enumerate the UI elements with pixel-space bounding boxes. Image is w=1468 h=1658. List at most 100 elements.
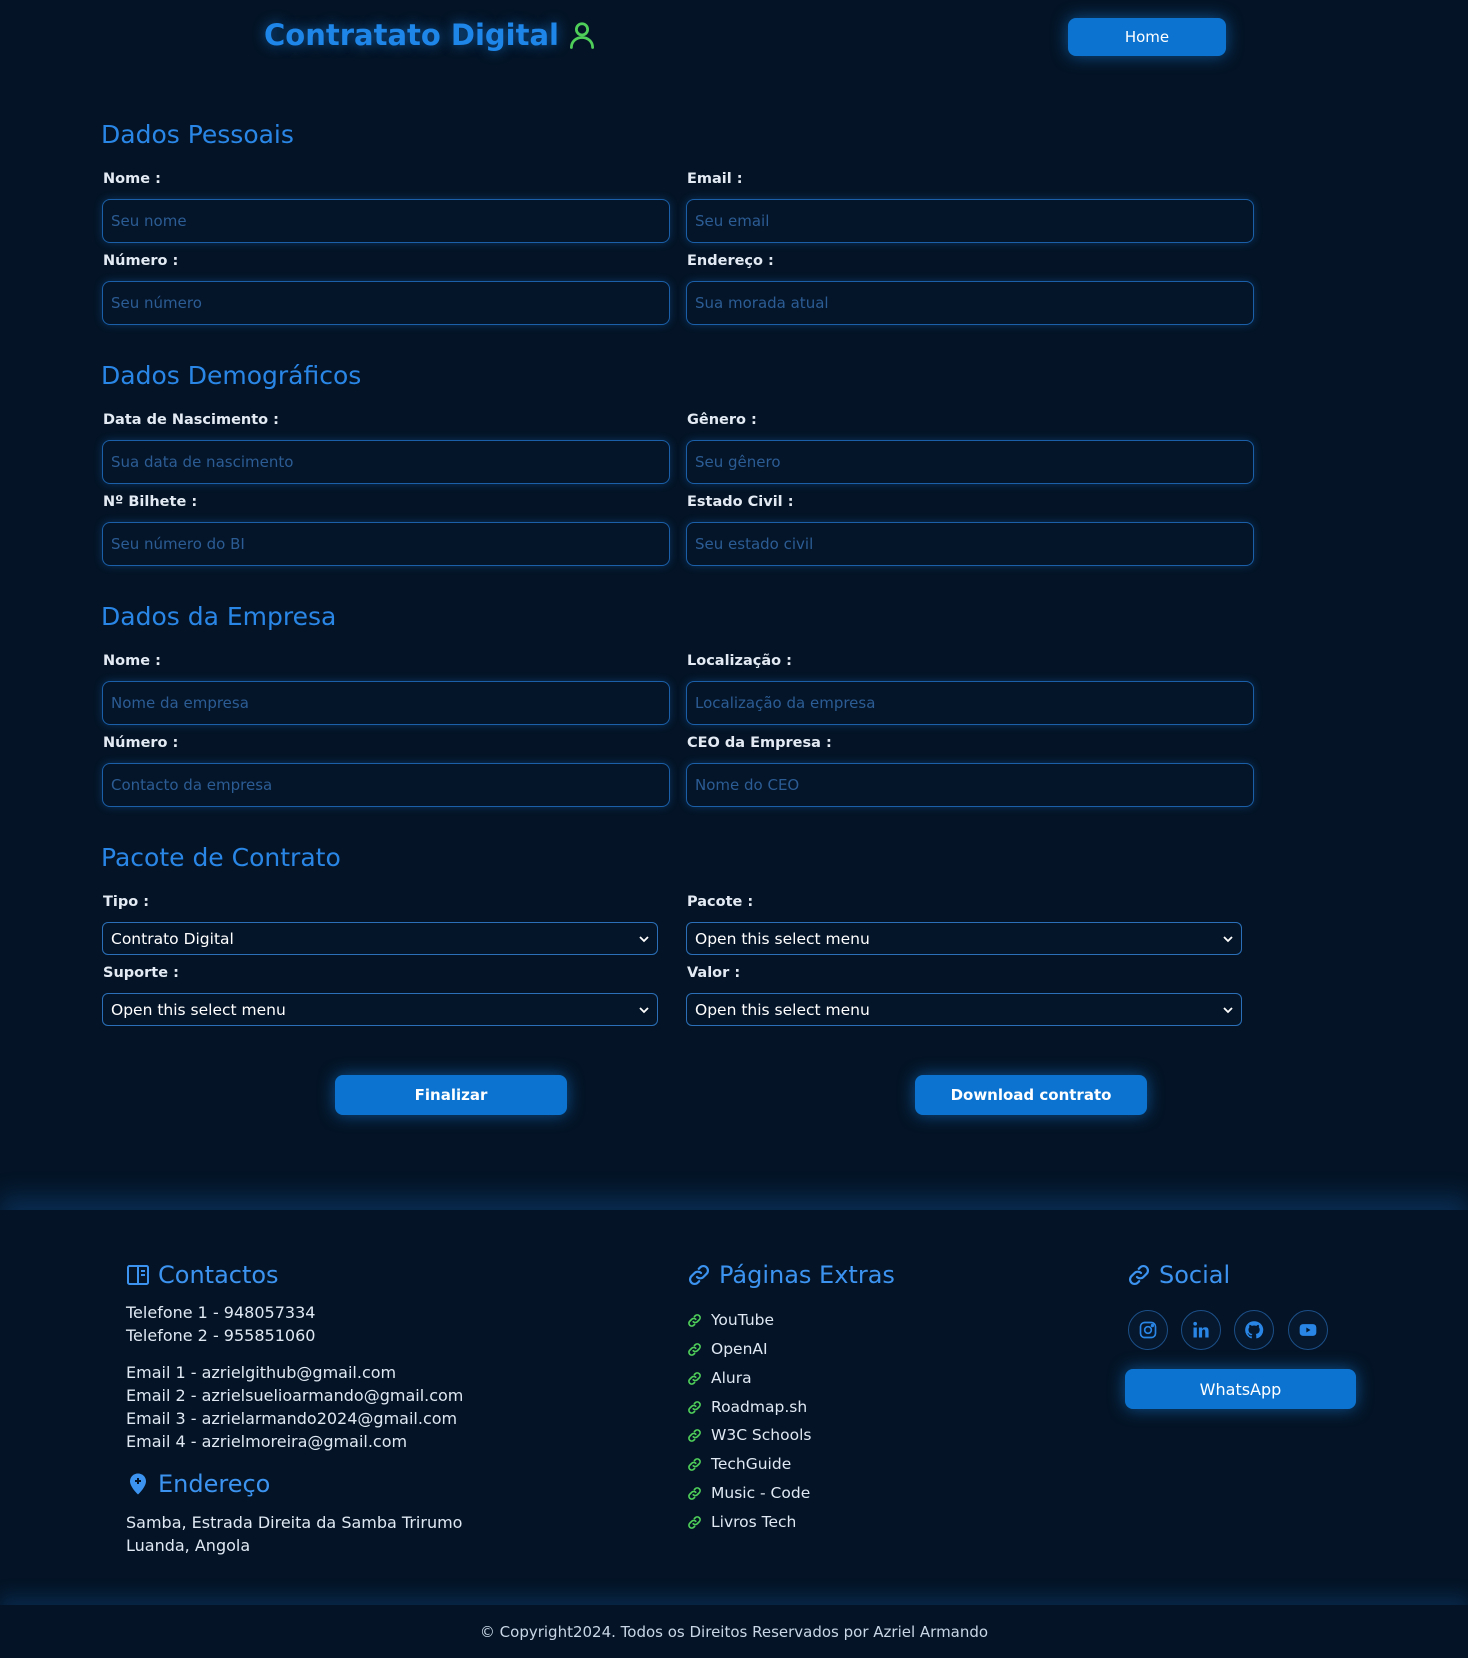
link-openai[interactable]: OpenAI <box>687 1340 768 1358</box>
book-icon <box>127 1265 149 1285</box>
link-alura[interactable]: Alura <box>687 1369 752 1387</box>
link-label: Music - Code <box>711 1484 811 1502</box>
extras-title: Páginas Extras <box>719 1261 895 1289</box>
link-techguide[interactable]: TechGuide <box>687 1455 791 1473</box>
link-icon <box>688 1342 701 1356</box>
label-nascimento: Data de Nascimento : <box>103 412 279 428</box>
instagram-button[interactable] <box>1128 1310 1168 1350</box>
linkedin-icon <box>1193 1321 1209 1338</box>
link-roadmap[interactable]: Roadmap.sh <box>687 1398 807 1416</box>
section-title-personal: Dados Pessoais <box>101 120 294 149</box>
finalizar-button[interactable]: Finalizar <box>335 1075 567 1115</box>
label-numero: Número : <box>103 253 179 269</box>
email-3: Email 3 - azrielarmando2024@gmail.com <box>126 1409 458 1428</box>
brand-title: Contratato Digital <box>264 18 559 52</box>
location-pin-icon <box>130 1473 146 1495</box>
telefone-1: Telefone 1 - 948057334 <box>126 1303 316 1322</box>
label-endereco: Endereço : <box>687 253 774 269</box>
pacote-select-value: Open this select menu <box>695 929 870 948</box>
whatsapp-button[interactable]: WhatsApp <box>1125 1369 1356 1409</box>
localizacao-input[interactable] <box>686 681 1254 725</box>
estado-civil-input[interactable] <box>686 522 1254 566</box>
label-suporte: Suporte : <box>103 965 179 981</box>
header: Contratato Digital Home <box>0 0 1468 80</box>
github-button[interactable] <box>1234 1310 1274 1350</box>
user-icon <box>569 22 594 49</box>
ceo-input[interactable] <box>686 763 1254 807</box>
valor-select[interactable]: Open this select menu <box>686 993 1242 1026</box>
label-pacote: Pacote : <box>687 894 754 910</box>
endereco-line-1: Samba, Estrada Direita da Samba Trirumo <box>126 1513 463 1532</box>
contactos-title: Contactos <box>158 1261 279 1289</box>
empresa-nome-input[interactable] <box>102 681 670 725</box>
nome-input[interactable] <box>102 199 670 243</box>
email-1: Email 1 - azrielgithub@gmail.com <box>126 1363 397 1382</box>
email-2: Email 2 - azrielsuelioarmando@gmail.com <box>126 1386 464 1405</box>
label-email: Email : <box>687 171 743 187</box>
link-icon <box>688 1515 701 1529</box>
download-contrato-button[interactable]: Download contrato <box>915 1075 1147 1115</box>
label-genero: Gênero : <box>687 412 757 428</box>
instagram-icon <box>1139 1321 1157 1339</box>
tipo-select-value: Contrato Digital <box>111 929 234 948</box>
link-label: Roadmap.sh <box>711 1398 808 1416</box>
suporte-select[interactable]: Open this select menu <box>102 993 658 1026</box>
link-music-code[interactable]: Music - Code <box>687 1484 810 1502</box>
link-w3c-schools[interactable]: W3C Schools <box>687 1426 811 1444</box>
label-nome: Nome : <box>103 171 161 187</box>
section-title-company: Dados da Empresa <box>101 602 337 631</box>
youtube-icon <box>1299 1324 1317 1336</box>
section-title-package: Pacote de Contrato <box>101 843 341 872</box>
endereco-title: Endereço <box>158 1470 271 1498</box>
copyright-bar: © Copyright2024. Todos os Direitos Reser… <box>0 1605 1468 1658</box>
genero-input[interactable] <box>686 440 1254 484</box>
label-tipo: Tipo : <box>103 894 150 910</box>
link-youtube[interactable]: YouTube <box>687 1311 774 1329</box>
email-input[interactable] <box>686 199 1254 243</box>
link-icon <box>688 1313 701 1327</box>
label-valor: Valor : <box>687 965 741 981</box>
pacote-select[interactable]: Open this select menu <box>686 922 1242 955</box>
link-label: TechGuide <box>711 1455 792 1473</box>
chevron-down-icon <box>1223 1006 1233 1013</box>
link-icon <box>688 1428 701 1442</box>
endereco-heading: Endereço <box>126 1470 270 1498</box>
link-label: W3C Schools <box>711 1426 812 1444</box>
suporte-select-value: Open this select menu <box>111 1000 286 1019</box>
endereco-line-2: Luanda, Angola <box>126 1536 251 1555</box>
label-empresa-nome: Nome : <box>103 653 161 669</box>
social-title: Social <box>1159 1261 1231 1289</box>
link-icon <box>688 1457 701 1471</box>
youtube-button[interactable] <box>1288 1310 1328 1350</box>
numero-input[interactable] <box>102 281 670 325</box>
chevron-down-icon <box>1223 935 1233 942</box>
link-icon <box>688 1400 701 1414</box>
empresa-numero-input[interactable] <box>102 763 670 807</box>
link-label: YouTube <box>711 1311 775 1329</box>
extras-heading: Páginas Extras <box>687 1261 895 1289</box>
tipo-select[interactable]: Contrato Digital <box>102 922 658 955</box>
chevron-down-icon <box>639 935 649 942</box>
telefone-2: Telefone 2 - 955851060 <box>126 1326 316 1345</box>
email-4: Email 4 - azrielmoreira@gmail.com <box>126 1432 408 1451</box>
home-button[interactable]: Home <box>1068 18 1226 56</box>
link-livros-tech[interactable]: Livros Tech <box>687 1513 796 1531</box>
link-icon <box>688 1371 701 1385</box>
bilhete-input[interactable] <box>102 522 670 566</box>
nascimento-input[interactable] <box>102 440 670 484</box>
label-estado-civil: Estado Civil : <box>687 494 794 510</box>
copyright-text: © Copyright2024. Todos os Direitos Reser… <box>479 1623 989 1641</box>
label-empresa-numero: Número : <box>103 735 179 751</box>
valor-select-value: Open this select menu <box>695 1000 870 1019</box>
link-icon <box>688 1486 701 1500</box>
endereco-input[interactable] <box>686 281 1254 325</box>
contactos-heading: Contactos <box>126 1261 279 1289</box>
link-label: Alura <box>711 1369 752 1387</box>
label-bilhete: Nº Bilhete : <box>103 494 198 510</box>
social-heading: Social <box>1127 1261 1230 1289</box>
link-label: Livros Tech <box>711 1513 797 1531</box>
link-icon <box>688 1264 710 1286</box>
label-ceo: CEO da Empresa : <box>687 735 832 751</box>
linkedin-button[interactable] <box>1181 1310 1221 1350</box>
brand[interactable]: Contratato Digital <box>264 18 597 52</box>
